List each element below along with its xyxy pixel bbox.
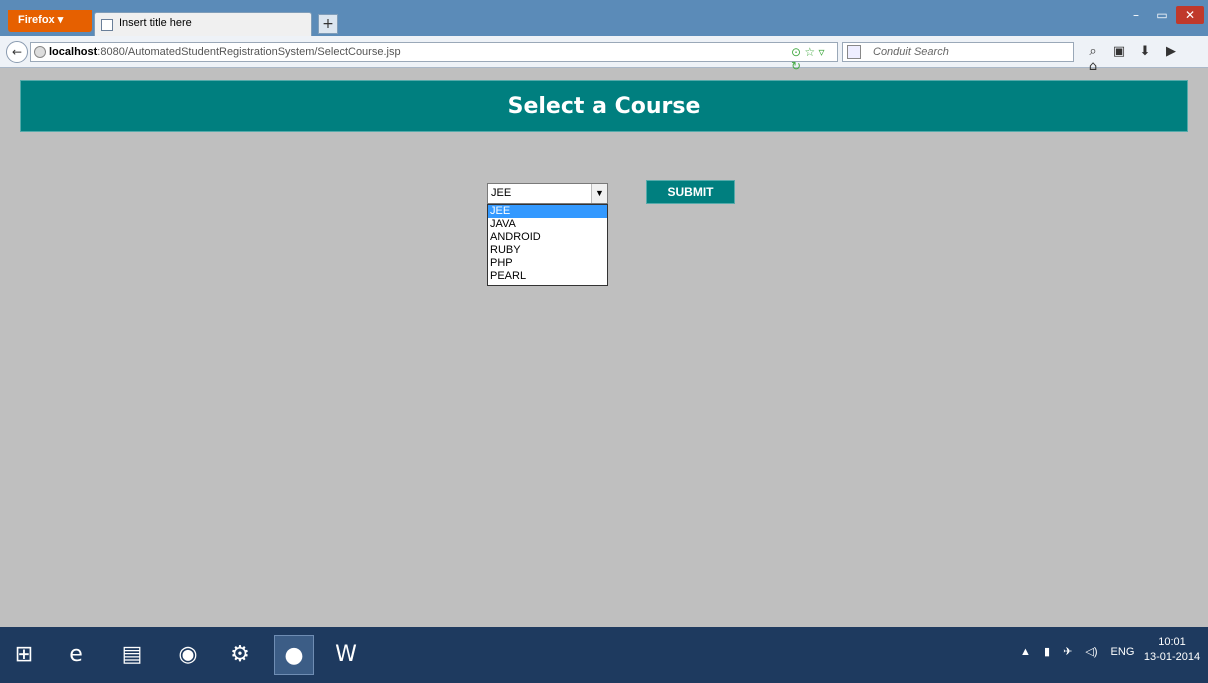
download-icon[interactable]: ⬇ <box>1132 44 1158 59</box>
course-option[interactable]: RUBY <box>488 244 607 257</box>
youtube-icon[interactable]: ▶ <box>1158 44 1184 59</box>
chevron-down-icon[interactable]: ▼ <box>591 184 607 203</box>
course-option[interactable]: PHP <box>488 257 607 270</box>
eclipse-ide-icon[interactable]: ⚙ <box>220 635 260 675</box>
navigation-bar: ← localhost:8080/AutomatedStudentRegistr… <box>0 36 1208 74</box>
course-dropdown-list: JEE JAVA ANDROID RUBY PHP PEARL <box>487 204 608 286</box>
course-select-value: JEE <box>491 187 512 199</box>
browser-tab[interactable]: Insert title here <box>94 12 312 36</box>
course-option[interactable]: JEE <box>488 205 607 218</box>
firefox-menu-button[interactable]: Firefox ▾ <box>8 10 92 32</box>
page-content: Select a Course JEE ▼ JEE JAVA ANDROID R… <box>8 70 1200 626</box>
search-input[interactable]: Conduit Search <box>842 42 1074 62</box>
search-placeholder: Conduit Search <box>873 46 949 58</box>
clock-time: 10:01 <box>1158 636 1186 648</box>
language-indicator[interactable]: ENG <box>1111 646 1135 658</box>
url-path: :8080/AutomatedStudentRegistrationSystem… <box>97 46 401 58</box>
new-tab-button[interactable]: + <box>318 14 338 34</box>
page-title: Select a Course <box>20 80 1188 132</box>
search-icon[interactable]: ⌕ <box>1080 44 1106 59</box>
minimize-button[interactable]: – <box>1124 6 1148 24</box>
search-engine-icon[interactable] <box>847 45 861 59</box>
internet-explorer-icon[interactable]: e <box>56 635 96 675</box>
tray-expand-icon[interactable]: ▲ <box>1020 646 1031 658</box>
url-host: localhost <box>49 46 98 58</box>
airplane-icon[interactable]: ✈ <box>1063 646 1072 658</box>
volume-icon[interactable]: ◁) <box>1085 646 1097 658</box>
windows-taskbar: ⊞ e ▤ ◉ ⚙ ● W ▲ ▮ ✈ ◁) ENG 10:01 13-01-2… <box>0 627 1208 683</box>
tab-title: Insert title here <box>119 17 192 29</box>
clock[interactable]: 10:01 13-01-2014 <box>1140 635 1204 665</box>
firefox-icon[interactable]: ● <box>274 635 314 675</box>
file-explorer-icon[interactable]: ▤ <box>112 635 152 675</box>
battery-icon[interactable]: ▮ <box>1044 646 1050 658</box>
submit-button[interactable]: SUBMIT <box>646 180 735 204</box>
word-icon[interactable]: W <box>326 635 366 675</box>
course-option[interactable]: ANDROID <box>488 231 607 244</box>
close-button[interactable]: ✕ <box>1176 6 1204 24</box>
course-option[interactable]: JAVA <box>488 218 607 231</box>
windows-start-icon[interactable]: ⊞ <box>4 635 44 675</box>
back-arrow-icon[interactable]: ← <box>6 41 28 63</box>
system-tray: ▲ ▮ ✈ ◁) ENG <box>1020 645 1144 658</box>
globe-icon <box>34 46 46 58</box>
title-bar: Firefox ▾ Insert title here + – ▭ ✕ <box>0 0 1208 36</box>
maximize-button[interactable]: ▭ <box>1150 6 1174 24</box>
clock-date: 13-01-2014 <box>1143 651 1201 663</box>
bookmarks-icon[interactable]: ▣ <box>1106 44 1132 59</box>
bookmark-star-icon[interactable]: ⊙ ☆ ▿ ↻ <box>791 45 837 73</box>
url-bar[interactable]: localhost:8080/AutomatedStudentRegistrat… <box>30 42 838 73</box>
hp-icon[interactable]: ◉ <box>168 635 208 675</box>
course-select[interactable]: JEE ▼ <box>487 183 608 204</box>
course-option[interactable]: PEARL <box>488 270 607 283</box>
page-icon <box>101 19 113 31</box>
